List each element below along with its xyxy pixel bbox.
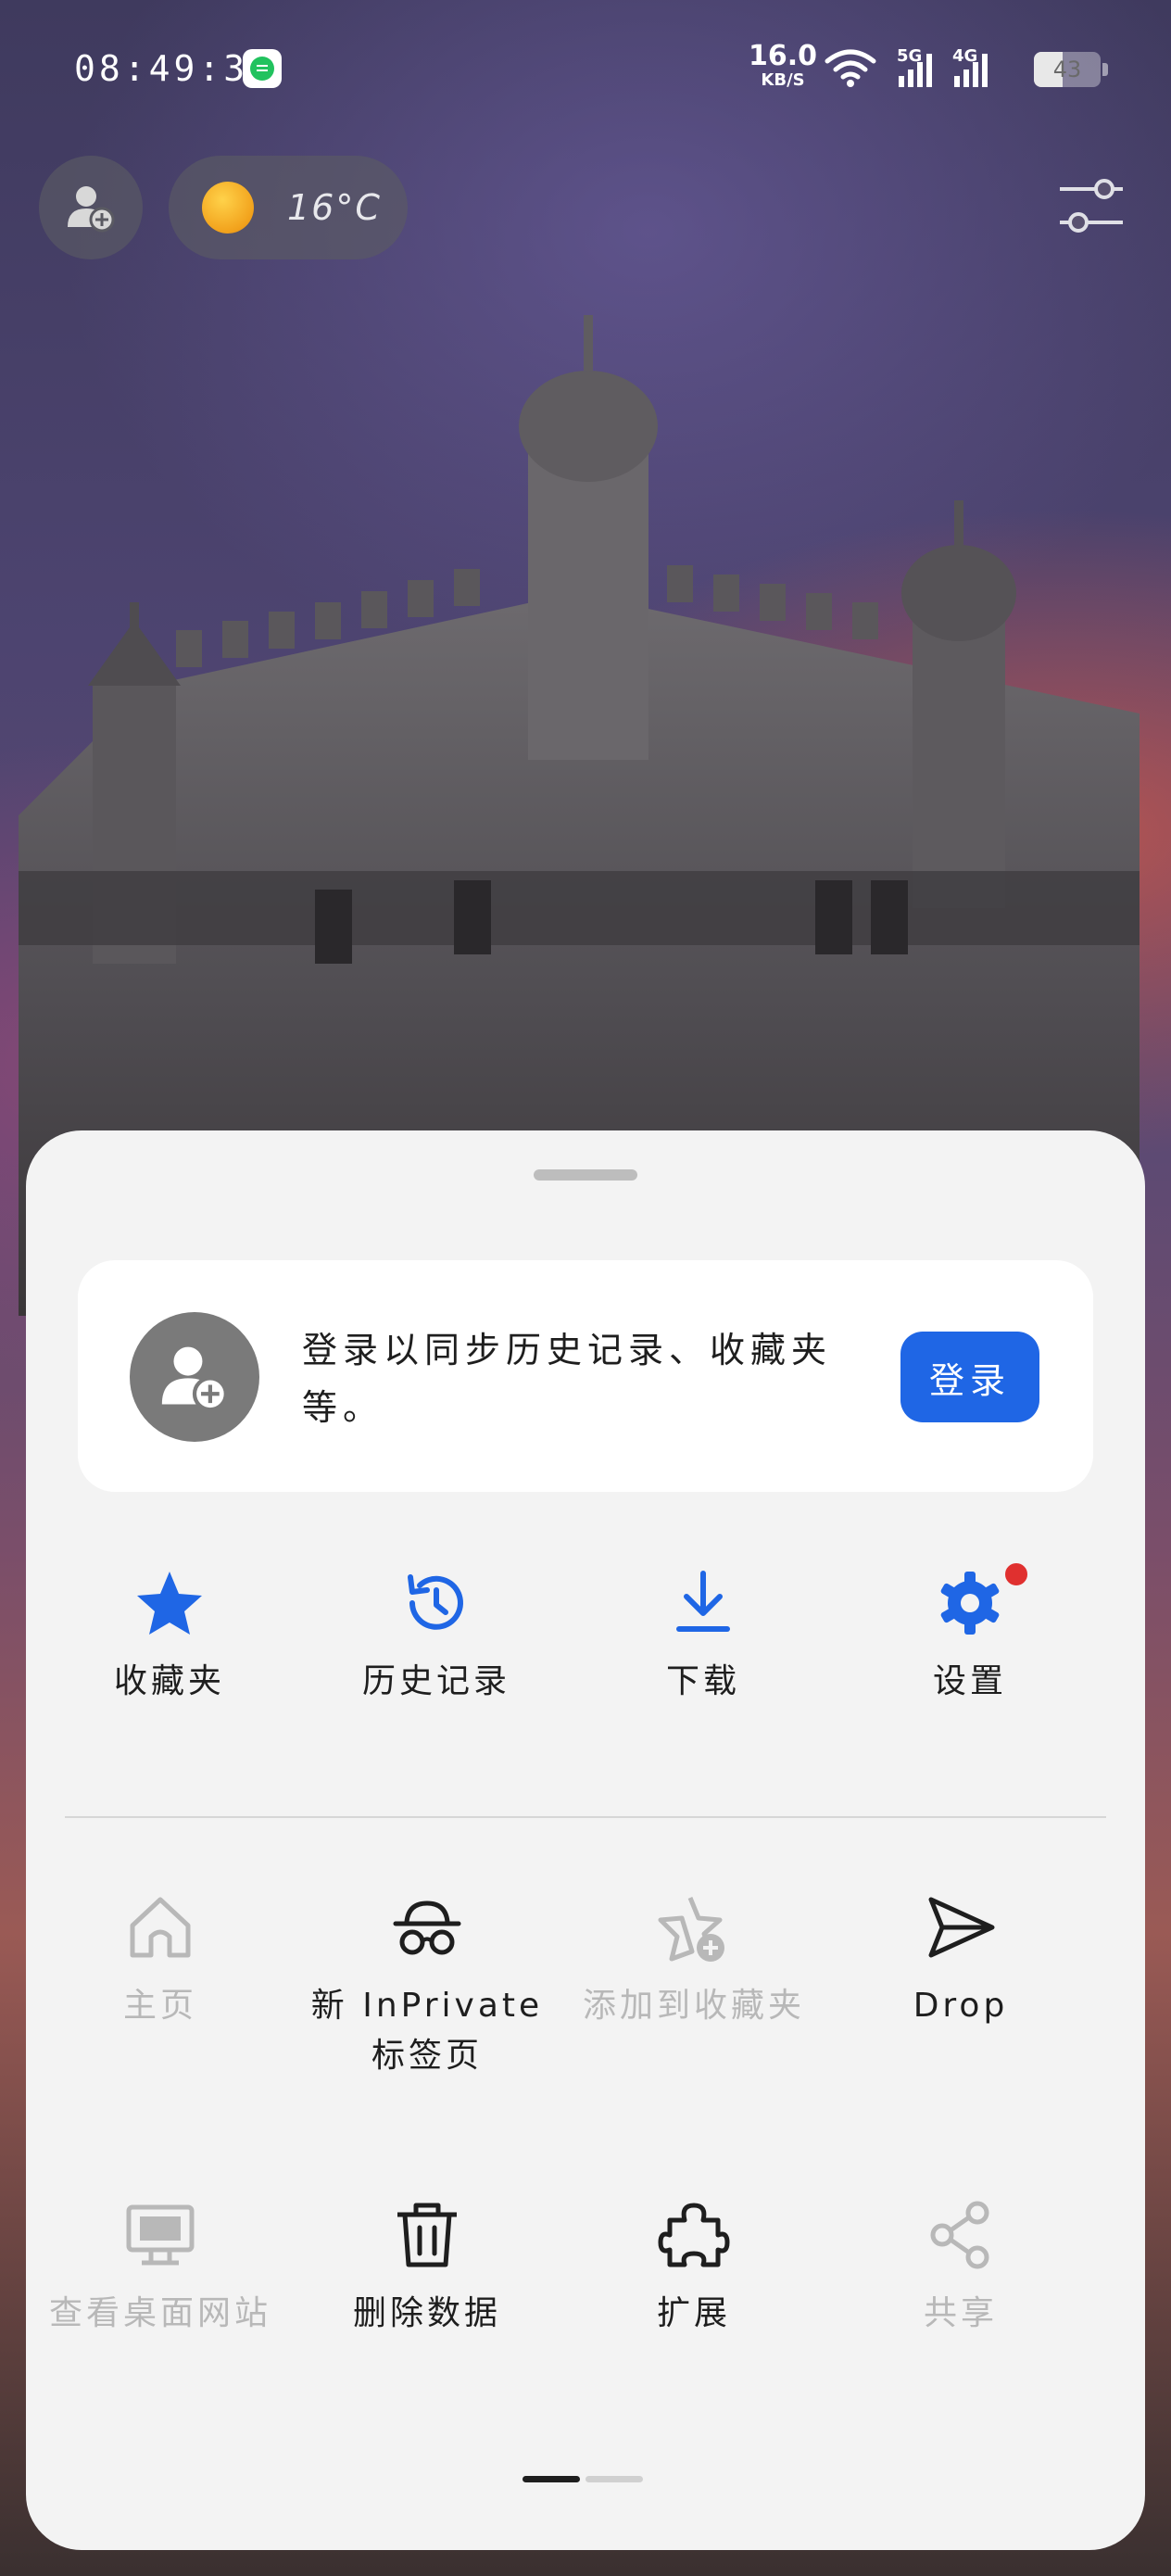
new-inprivate-tab-label-line1: 新 InPrivate [310, 1987, 544, 2025]
page-dot-1 [523, 2476, 580, 2482]
view-desktop-site-button[interactable]: 查看桌面网站 [26, 2198, 295, 2339]
sunny-icon [202, 182, 254, 234]
share-icon [930, 2201, 989, 2269]
sheet-drag-handle[interactable] [534, 1169, 637, 1181]
signin-button[interactable]: 登录 [900, 1332, 1039, 1422]
puzzle-icon [658, 2203, 730, 2267]
downloads-button[interactable]: 下载 [569, 1566, 837, 1707]
extensions-button[interactable]: 扩展 [560, 2198, 828, 2339]
history-label: 历史记录 [361, 1662, 510, 1700]
inprivate-icon [393, 1900, 461, 1955]
weather-widget[interactable]: 16°C [169, 156, 408, 259]
notification-badge [1002, 1560, 1030, 1588]
battery-level: 43 [1052, 57, 1082, 82]
delete-data-label: 删除数据 [352, 2294, 501, 2332]
new-inprivate-tab-button[interactable]: 新 InPrivate 标签页 [293, 1890, 561, 2081]
history-icon [408, 1574, 463, 1630]
delete-data-button[interactable]: 删除数据 [293, 2198, 561, 2339]
message-notification-icon [243, 49, 282, 88]
page-indicator [523, 2476, 643, 2482]
wifi-icon [825, 49, 876, 80]
add-user-icon [68, 186, 115, 233]
signin-card: 登录以同步历史记录、收藏夹等。 登录 [78, 1260, 1093, 1492]
share-label: 共享 [923, 2294, 998, 2332]
status-bar: 08:49:39 16.0 KB/S 5G 4G 43 [0, 0, 1171, 139]
signal-icons: 5G 4G [825, 46, 988, 87]
add-to-favorites-label: 添加到收藏夹 [582, 1987, 805, 2025]
add-user-icon [161, 1346, 228, 1412]
star-icon [137, 1572, 202, 1635]
drop-label: Drop [913, 1987, 1009, 2025]
menu-divider [65, 1816, 1106, 1818]
send-icon [928, 1897, 995, 1958]
downloads-label: 下载 [665, 1662, 740, 1700]
new-inprivate-tab-label: 新 InPrivate 标签页 [293, 1981, 561, 2081]
home-label: 主页 [122, 1987, 197, 2025]
page-dot-2 [586, 2476, 643, 2482]
network-speed-value: 16.0 [749, 40, 818, 72]
desktop-icon [126, 2204, 195, 2266]
gear-icon [940, 1572, 1000, 1635]
history-button[interactable]: 历史记录 [302, 1566, 571, 1707]
favorites-label: 收藏夹 [113, 1662, 225, 1700]
settings-label: 设置 [932, 1662, 1007, 1700]
view-desktop-site-label: 查看桌面网站 [48, 2294, 271, 2332]
signin-prompt: 登录以同步历史记录、收藏夹等。 [302, 1330, 833, 1428]
download-icon [676, 1571, 730, 1632]
customize-sliders-icon[interactable] [1056, 176, 1127, 235]
drop-button[interactable]: Drop [826, 1890, 1095, 2031]
share-button[interactable]: 共享 [826, 2198, 1095, 2339]
home-button[interactable]: 主页 [26, 1890, 295, 2031]
extensions-label: 扩展 [656, 2294, 731, 2332]
trash-icon [397, 2203, 457, 2267]
network-speed: 16.0 KB/S [749, 43, 817, 89]
favorites-button[interactable]: 收藏夹 [35, 1566, 304, 1707]
network-speed-unit: KB/S [761, 70, 805, 90]
add-to-favorites-button[interactable]: 添加到收藏夹 [560, 1890, 828, 2031]
temperature-text: 16°C [287, 187, 382, 228]
add-profile-button[interactable] [39, 156, 143, 259]
add-favorite-icon [658, 1897, 724, 1962]
settings-button[interactable]: 设置 [836, 1560, 1104, 1707]
profile-avatar [130, 1312, 259, 1442]
new-inprivate-tab-label-line2: 标签页 [371, 2037, 483, 2075]
browser-menu-sheet: 登录以同步历史记录、收藏夹等。 登录 收藏夹 历史记录 下载 设置 主页 新 I… [26, 1130, 1145, 2550]
home-icon [130, 1897, 191, 1958]
battery-indicator: 43 [1034, 52, 1108, 87]
